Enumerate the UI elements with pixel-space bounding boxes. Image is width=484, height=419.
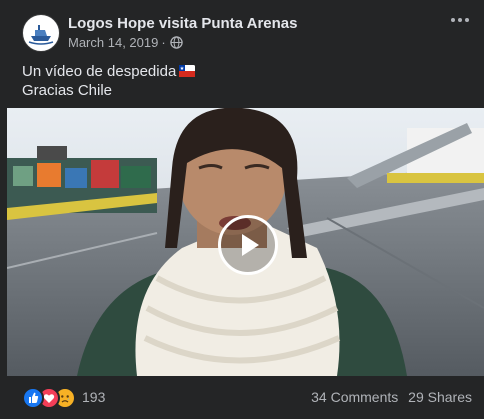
post-text: Un vídeo de despedida Gracias Chile <box>22 62 196 100</box>
page-name-link[interactable]: Logos Hope visita Punta Arenas <box>68 15 298 32</box>
reaction-count: 193 <box>82 389 106 405</box>
comments-link[interactable]: 34 Comments <box>311 389 398 405</box>
post-text-line2: Gracias Chile <box>22 82 113 99</box>
post-text-line1: Un vídeo de despedida <box>22 63 177 80</box>
globe-icon[interactable] <box>169 36 183 49</box>
engagement-stats: 34 Comments 29 Shares <box>311 389 472 405</box>
like-icon <box>22 387 44 409</box>
more-options-icon[interactable] <box>448 12 472 28</box>
post-date[interactable]: March 14, 2019 <box>68 35 158 50</box>
post-meta: March 14, 2019 · <box>68 35 183 50</box>
ship-logo-icon <box>24 16 58 50</box>
shares-link[interactable]: 29 Shares <box>408 389 472 405</box>
post-card: Logos Hope visita Punta Arenas March 14,… <box>0 0 484 419</box>
video-player[interactable] <box>7 108 484 376</box>
play-button[interactable] <box>218 215 278 275</box>
play-icon <box>242 234 259 256</box>
post-text-line: Un vídeo de despedida <box>22 62 196 81</box>
meta-separator: · <box>161 35 166 50</box>
engagement-bar: 193 34 Comments 29 Shares <box>22 386 472 409</box>
page-avatar[interactable] <box>22 14 60 52</box>
post-header: Logos Hope visita Punta Arenas March 14,… <box>22 12 472 52</box>
chile-flag-icon <box>179 65 196 77</box>
